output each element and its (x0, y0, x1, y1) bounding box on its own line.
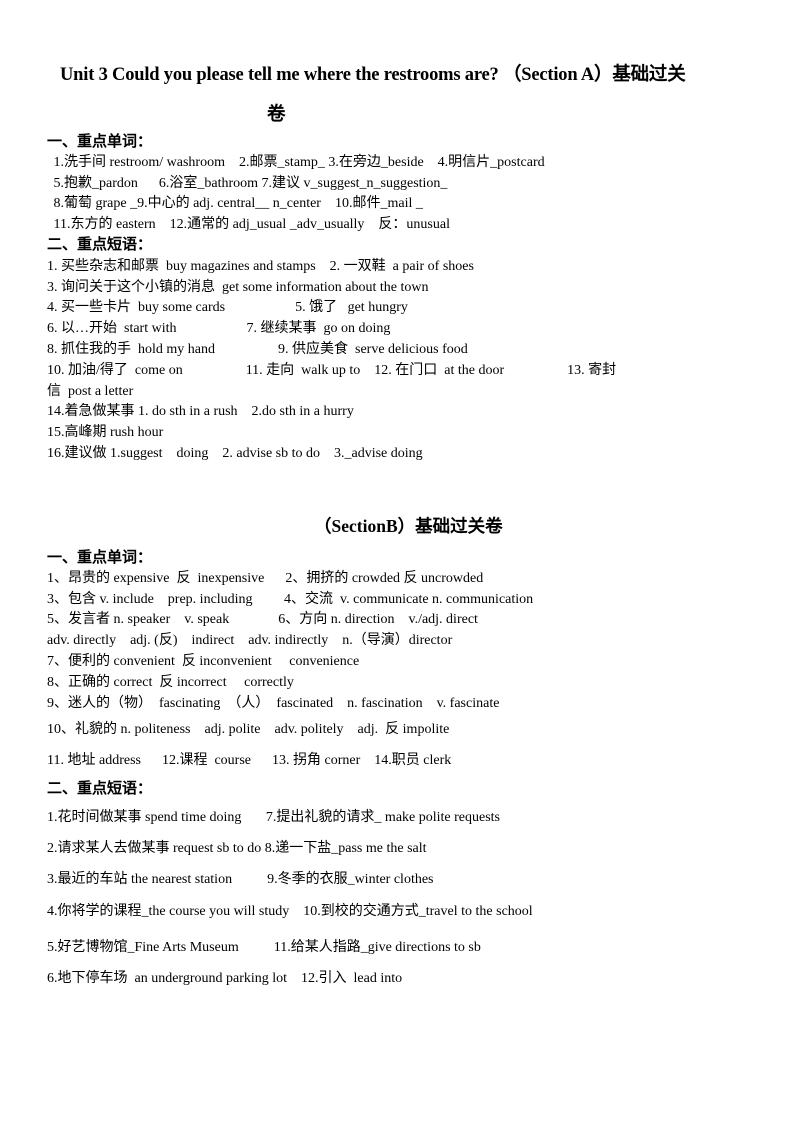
section-a-phrase-line: 10. 加油/得了 come on 11. 走向 walk up to 12. … (47, 363, 617, 378)
section-b-phrase-line: 3.最近的车站 the nearest station 9.冬季的衣服_wint… (47, 872, 434, 887)
section-a-phrase-line: 6. 以…开始 start with 7. 继续某事 go on doing (47, 321, 391, 336)
section-a-phrase-line: 15.高峰期 rush hour (47, 425, 164, 440)
section-b-word-line: 11. 地址 address 12.课程 course 13. 拐角 corne… (47, 753, 452, 768)
section-b-heading: （SectionB）基础过关卷 (314, 516, 503, 536)
section-b-word-line: 10、礼貌的 n. politeness adj. polite adv. po… (47, 722, 450, 737)
section-a-word-line: 5.抱歉_pardon 6.浴室_bathroom 7.建议 v_suggest… (50, 176, 448, 191)
section-a-word-line: 8.葡萄 grape _9.中心的 adj. central__ n_cente… (50, 196, 423, 211)
section-b-words-heading: 一、重点单词： (47, 550, 153, 566)
section-a-phrase-line: 4. 买一些卡片 buy some cards 5. 饿了 get hungry (47, 300, 408, 315)
section-b-word-line: 1、昂贵的 expensive 反 inexpensive 2、拥挤的 crow… (47, 571, 484, 586)
document-title: Unit 3 Could you please tell me where th… (60, 65, 686, 85)
section-b-word-line: 9、迷人的（物） fascinating （人） fascinated n. f… (47, 696, 500, 711)
section-b-phrases-heading: 二、重点短语： (47, 781, 153, 797)
section-b-phrase-line: 2.请求某人去做某事 request sb to do 8.递一下盐_pass … (47, 841, 427, 856)
section-b-phrase-line: 5.好艺博物馆_Fine Arts Museum 11.给某人指路_give d… (47, 940, 481, 955)
section-a-word-line: 1.洗手间 restroom/ washroom 2.邮票_stamp_ 3.在… (50, 155, 545, 170)
section-a-words-heading: 一、重点单词： (47, 134, 153, 150)
section-b-word-line: 8、正确的 correct 反 incorrect correctly (47, 675, 294, 690)
section-a-phrase-line: 3. 询问关于这个小镇的消息 get some information abou… (47, 280, 429, 295)
section-b-phrase-line: 6.地下停车场 an underground parking lot 12.引入… (47, 971, 403, 986)
section-a-word-line: 11.东方的 eastern 12.通常的 adj_usual _adv_usu… (50, 217, 450, 232)
section-b-word-line: 3、包含 v. include prep. including 4、交流 v. … (47, 592, 534, 607)
section-b-phrase-line: 4.你将学的课程_the course you will study 10.到校… (47, 904, 533, 919)
section-b-word-line: adv. directly adj. (反) indirect adv. ind… (47, 633, 453, 648)
section-b-phrase-line: 1.花时间做某事 spend time doing 7.提出礼貌的请求_ mak… (47, 810, 501, 825)
document-title-continued: 卷 (267, 105, 286, 125)
section-b-word-line: 7、便利的 convenient 反 inconvenient convenie… (47, 654, 360, 669)
section-b-word-line: 5、发言者 n. speaker v. speak 6、方向 n. direct… (47, 612, 478, 627)
section-a-phrase-line: 信 post a letter (47, 384, 134, 399)
section-a-phrase-line: 16.建议做 1.suggest doing 2. advise sb to d… (47, 446, 423, 461)
section-a-phrases-heading: 二、重点短语： (47, 237, 153, 253)
section-a-phrase-line: 1. 买些杂志和邮票 buy magazines and stamps 2. 一… (47, 259, 474, 274)
section-a-phrase-line: 8. 抓住我的手 hold my hand 9. 供应美食 serve deli… (47, 342, 468, 357)
section-a-phrase-line: 14.着急做某事 1. do sth in a rush 2.do sth in… (47, 404, 354, 419)
